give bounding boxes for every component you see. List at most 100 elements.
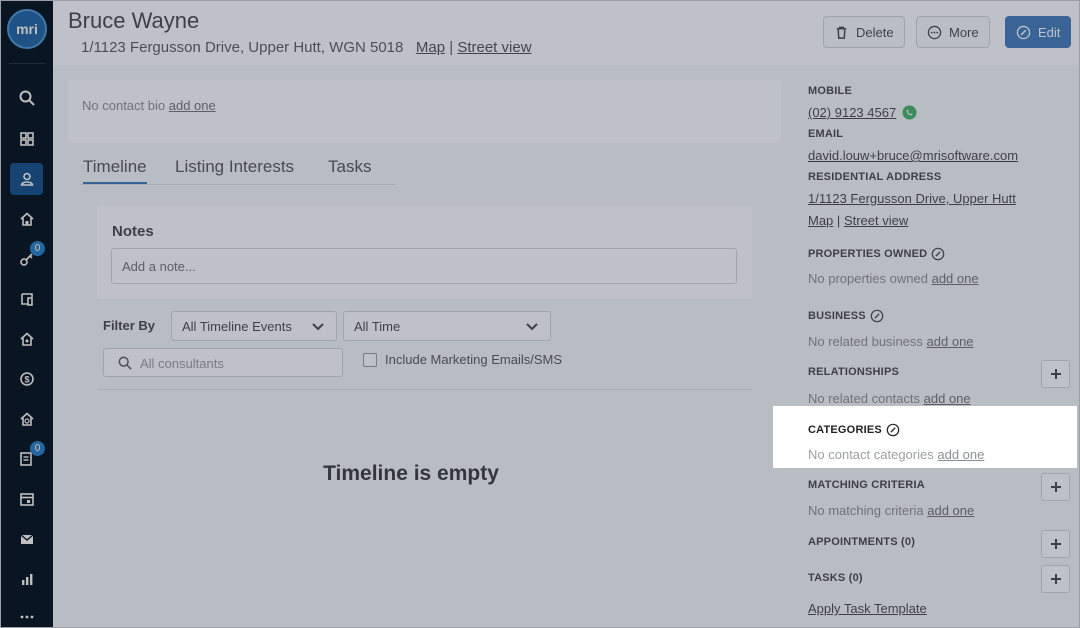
nav-properties[interactable] [10,323,43,355]
events-select-value: All Timeline Events [182,319,292,334]
matching-criteria-label: MATCHING CRITERIA [808,479,925,491]
edit-button[interactable]: Edit [1005,16,1072,48]
nav-mail[interactable] [10,523,43,555]
categories-empty: No contact categories add one [808,447,984,462]
edit-icon[interactable] [886,423,900,437]
mail-icon [20,534,33,544]
chevron-down-icon [312,323,324,331]
app-frame: mri 0 $ 0 Bruce Wayne 1/1123 Fergusson D… [0,0,1080,628]
svg-text:$: $ [24,375,29,385]
filter-label: Filter By [103,318,156,333]
apply-task-template-link[interactable]: Apply Task Template [808,601,927,616]
mri-logo[interactable]: mri [7,9,47,49]
plus-icon [1050,369,1061,379]
street-view-link[interactable]: Street view [457,39,531,56]
properties-owned-title: PROPERTIES OWNED [808,247,945,261]
nav-listings[interactable] [10,283,43,315]
add-property-link[interactable]: add one [932,271,979,286]
contact-name: Bruce Wayne [68,8,200,33]
nav-dashboard[interactable] [10,123,43,155]
plus-icon [1050,482,1061,492]
more-button[interactable]: More [916,16,990,48]
contact-header: Bruce Wayne 1/1123 Fergusson Drive, Uppe… [53,1,1079,65]
whatsapp-icon[interactable] [902,105,917,120]
main-content: No contact bio add one Timeline Listing … [53,65,793,627]
consultants-search-input[interactable]: All consultants [103,348,343,377]
nav-search[interactable] [10,82,43,114]
business-empty: No related business add one [808,334,974,349]
nav-keys[interactable]: 0 [10,241,45,275]
tab-timeline[interactable]: Timeline [83,157,147,184]
add-relationship-link[interactable]: add one [924,391,971,406]
chevron-down-icon [526,323,538,331]
mobile-number-link[interactable]: (02) 9123 4567 [808,105,896,120]
edit-icon[interactable] [931,247,945,261]
nav-tasks[interactable]: 0 [10,441,45,475]
tab-tasks[interactable]: Tasks [328,157,371,177]
nav-more[interactable] [10,601,43,627]
nav-calendar[interactable] [10,483,43,515]
timeline-events-select[interactable]: All Timeline Events [171,311,337,341]
mobile-row: (02) 9123 4567 [808,105,917,120]
tab-listing-interests[interactable]: Listing Interests [175,157,294,177]
add-task-button[interactable] [1041,565,1070,593]
more-icon [20,615,33,619]
map-link[interactable]: Map [416,39,445,56]
categories-text: No contact categories [808,447,934,462]
residential-address-link[interactable]: 1/1123 Fergusson Drive, Upper Hutt [808,191,1016,206]
residential-street-view-link[interactable]: Street view [844,213,908,228]
add-bio-link[interactable]: add one [169,98,216,113]
address-text: 1/1123 Fergusson Drive, Upper Hutt, WGN … [81,39,404,56]
edit-label: Edit [1038,24,1061,40]
categories-section[interactable]: CATEGORIES No contact categories add one [773,406,1077,468]
delete-label: Delete [856,24,894,40]
business-title: BUSINESS [808,309,884,323]
bio-text: No contact bio [82,98,166,113]
nav-home[interactable] [10,203,43,235]
note-input[interactable]: Add a note... [111,248,737,284]
filter-divider [97,389,752,390]
matching-criteria-empty: No matching criteria add one [808,503,974,518]
search-icon [19,90,35,106]
categories-title: CATEGORIES [808,423,900,437]
chart-icon [21,574,32,585]
trash-icon [836,26,847,39]
business-label: BUSINESS [808,310,866,322]
add-business-link[interactable]: add one [927,334,974,349]
email-label: EMAIL [808,128,844,140]
contact-details-panel: MOBILE (02) 9123 4567 EMAIL david.louw+b… [793,65,1079,627]
house-icon [19,332,34,346]
relationships-empty: No related contacts add one [808,391,971,406]
add-matching-criteria-link[interactable]: add one [927,503,974,518]
contact-address: 1/1123 Fergusson Drive, Upper Hutt, WGN … [81,39,532,56]
contact-icon [20,172,33,186]
nav-finance[interactable]: $ [10,363,43,395]
add-matching-criteria-button[interactable] [1041,473,1070,501]
business-text: No related business [808,334,923,349]
residential-map-link[interactable]: Map [808,213,833,228]
nav-rentals[interactable] [10,403,43,435]
marketing-checkbox[interactable] [363,352,377,367]
properties-owned-label: PROPERTIES OWNED [808,248,928,260]
add-relationship-button[interactable] [1041,360,1070,388]
email-link[interactable]: david.louw+bruce@mrisoftware.com [808,148,1018,163]
notification-badge: 0 [30,441,45,456]
mobile-label: MOBILE [808,85,852,97]
add-category-link[interactable]: add one [937,447,984,462]
content-tabs: Timeline Listing Interests Tasks [81,155,395,185]
time-range-select[interactable]: All Time [343,311,551,341]
nav-contacts[interactable] [10,163,43,195]
calendar-icon [19,493,34,506]
dollar-icon: $ [19,372,34,386]
sidebar: mri 0 $ 0 [1,1,53,627]
residential-address-label: RESIDENTIAL ADDRESS [808,171,942,183]
marketing-checkbox-row[interactable]: Include Marketing Emails/SMS [363,352,562,367]
add-appointment-button[interactable] [1041,530,1070,558]
edit-icon[interactable] [870,309,884,323]
delete-button[interactable]: Delete [823,16,905,48]
contact-bio-card: No contact bio add one [68,80,781,143]
link-separator: | [836,213,841,228]
nav-reports[interactable] [10,563,43,595]
residential-map-links: Map | Street view [808,213,908,228]
more-label: More [949,24,979,40]
